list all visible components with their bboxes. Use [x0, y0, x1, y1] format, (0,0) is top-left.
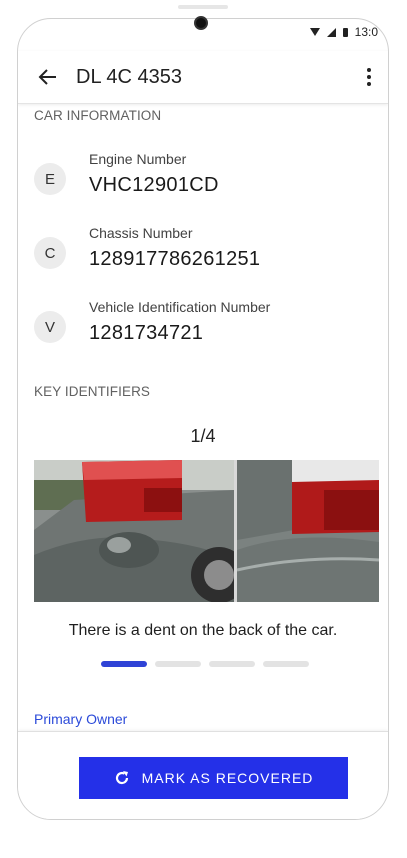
pager-dot[interactable] — [263, 661, 309, 667]
arrow-left-icon — [38, 69, 56, 85]
avatar: V — [34, 311, 66, 343]
engine-number-value: VHC12901CD — [89, 174, 219, 196]
primary-owner-link[interactable]: Primary Owner — [34, 711, 127, 727]
recover-button-label: MARK AS RECOVERED — [141, 770, 314, 786]
more-vertical-icon — [367, 68, 371, 72]
key-identifiers-heading: KEY IDENTIFIERS — [34, 384, 151, 399]
front-camera — [194, 16, 208, 30]
battery-icon — [342, 27, 348, 37]
app-bar: DL 4C 4353 — [18, 51, 388, 104]
notch-indicator — [178, 5, 228, 9]
carousel-pager — [101, 661, 309, 667]
avatar: E — [34, 163, 66, 195]
wifi-icon — [309, 28, 320, 36]
more-options-button[interactable] — [364, 65, 374, 89]
status-time: 13:0 — [354, 25, 378, 39]
mark-as-recovered-button[interactable]: MARK AS RECOVERED — [79, 757, 348, 799]
vin-value: 1281734721 — [89, 322, 204, 344]
chassis-number-value: 128917786261251 — [89, 248, 261, 270]
page-title: DL 4C 4353 — [76, 65, 182, 88]
status-bar: 13:0 — [309, 21, 378, 43]
engine-number-row: E Engine Number VHC12901CD — [34, 151, 374, 211]
signal-icon — [326, 27, 336, 37]
photo-caption: There is a dent on the back of the car. — [68, 622, 338, 639]
info-label: Engine Number — [89, 151, 187, 167]
info-label: Vehicle Identification Number — [89, 299, 271, 315]
pager-dot[interactable] — [209, 661, 255, 667]
vin-row: V Vehicle Identification Number 12817347… — [34, 299, 374, 359]
dent-photo[interactable] — [34, 460, 379, 602]
info-label: Chassis Number — [89, 225, 193, 241]
phone-frame: 13:0 DL 4C 4353 CAR INFORMATION E Engine… — [17, 18, 389, 820]
pager-dot[interactable] — [155, 661, 201, 667]
car-photo-illustration — [34, 460, 379, 602]
pager-dot[interactable] — [101, 661, 147, 667]
image-counter: 1/4 — [190, 426, 216, 446]
chassis-number-row: C Chassis Number 128917786261251 — [34, 225, 374, 285]
bottom-action-bar: MARK AS RECOVERED — [18, 731, 388, 819]
refresh-icon — [115, 771, 128, 785]
avatar: C — [34, 237, 66, 269]
back-button[interactable] — [36, 65, 60, 89]
car-information-heading: CAR INFORMATION — [34, 108, 162, 123]
